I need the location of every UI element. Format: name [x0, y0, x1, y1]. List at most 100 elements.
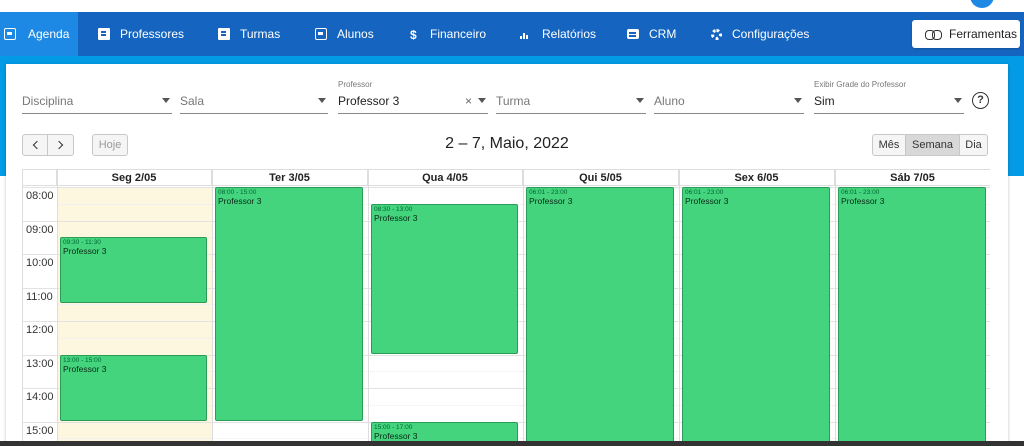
nav-item-financeiro[interactable]: $ Financeiro — [410, 12, 486, 56]
time-label: 14:00 — [26, 391, 54, 403]
event-block[interactable]: 08:30 - 13:00 Professor 3 — [371, 203, 518, 354]
event-time: 13:00 - 15:00 — [63, 356, 102, 364]
professor-label: Professor — [338, 80, 373, 89]
nav-item-professores[interactable]: Professores — [98, 12, 184, 56]
tools-button[interactable]: Ferramentas — [912, 20, 1020, 48]
event-block[interactable]: 06:01 - 23:00 Professor 3 — [682, 187, 830, 446]
link-icon — [925, 30, 942, 40]
dropdown-arrow-icon — [162, 98, 170, 103]
turma-placeholder: Turma — [496, 94, 531, 108]
aluno-placeholder: Aluno — [654, 94, 685, 108]
dropdown-arrow-icon — [318, 98, 326, 103]
dropdown-arrow-icon — [478, 98, 486, 103]
event-title: Professor 3 — [218, 196, 262, 206]
grade-value: Sim — [814, 94, 835, 108]
professor-select[interactable]: Professor Professor 3 × — [338, 80, 488, 114]
event-title: Professor 3 — [63, 363, 107, 374]
nav-item-relatorios[interactable]: Relatórios — [520, 12, 596, 56]
nav-item-label: Configurações — [732, 27, 810, 41]
time-label: 13:00 — [26, 357, 54, 370]
disciplina-select[interactable]: Disciplina — [22, 80, 172, 114]
help-icon[interactable]: ? — [972, 92, 989, 109]
event-time: 06:01 - 23:00 — [529, 189, 568, 196]
view-month-button[interactable]: Mês — [872, 134, 906, 156]
nav-item-label: Relatórios — [542, 27, 597, 41]
turma-select[interactable]: Turma — [496, 80, 646, 114]
dropdown-arrow-icon — [954, 98, 962, 103]
nav-item-configuracoes[interactable]: Configurações — [711, 12, 809, 56]
chat-icon — [627, 29, 639, 39]
view-week-button[interactable]: Semana — [906, 134, 960, 156]
book-icon — [218, 28, 230, 40]
day-column-divider — [368, 170, 369, 446]
dropdown-arrow-icon — [636, 98, 644, 103]
sala-select[interactable]: Sala — [180, 80, 328, 114]
day-header[interactable]: Ter 3/05 — [212, 170, 368, 186]
day-column-divider — [679, 170, 680, 446]
event-block[interactable]: 13:00 - 15:00 Professor 3 — [60, 354, 207, 421]
bar-chart-icon — [520, 28, 532, 40]
date-range-title: 2 – 7, Maio, 2022 — [445, 135, 569, 152]
nav-item-label: Turmas — [240, 27, 281, 41]
day-column-divider — [212, 170, 213, 446]
nav-item-label: CRM — [649, 27, 677, 41]
schedule-card: Disciplina Sala Professor Professor 3 × … — [6, 64, 1008, 446]
day-header[interactable]: Qui 5/05 — [523, 170, 679, 186]
nav-item-alunos[interactable]: Alunos — [315, 12, 374, 56]
event-block[interactable]: 06:01 - 23:00 Professor 3 — [526, 187, 674, 446]
event-title: Professor 3 — [685, 196, 729, 206]
nav-item-crm[interactable]: CRM — [627, 12, 676, 56]
time-label: 15:00 — [26, 424, 54, 437]
event-time: 06:01 - 23:00 — [841, 189, 880, 196]
disciplina-placeholder: Disciplina — [22, 94, 74, 108]
view-switcher: Mês Semana Dia — [872, 134, 988, 156]
event-title: Professor 3 — [63, 246, 107, 257]
id-card-icon — [315, 28, 327, 40]
event-block[interactable]: 08:00 - 15:00 Professor 3 — [215, 187, 363, 421]
professor-value: Professor 3 — [338, 94, 400, 108]
gear-icon — [711, 28, 722, 40]
event-time: 08:30 - 13:00 — [374, 205, 413, 213]
grade-select[interactable]: Exibir Grade do Professor Sim — [814, 80, 964, 114]
calendar-icon — [4, 28, 16, 40]
event-title: Professor 3 — [374, 430, 418, 441]
dollar-icon: $ — [410, 28, 417, 42]
main-navbar: Agenda Professores Turmas Alunos $ Finan… — [0, 12, 1024, 56]
time-label: 10:00 — [26, 257, 54, 269]
day-column-divider — [57, 170, 58, 446]
event-time: 06:01 - 23:00 — [685, 189, 724, 196]
event-time: 08:00 - 15:00 — [218, 189, 257, 196]
week-calendar: 08:00 09:00 10:00 11:00 12:00 13:00 14:00 15:00… — [22, 169, 990, 446]
time-gutter-header — [23, 170, 57, 186]
nav-item-label: Professores — [120, 27, 185, 41]
day-header[interactable]: Sáb 7/05 — [835, 170, 990, 186]
time-label: 08:00 — [26, 190, 54, 202]
time-label: 12:00 — [26, 324, 54, 336]
day-header[interactable]: Sex 6/05 — [679, 170, 835, 186]
tools-button-label: Ferramentas — [949, 27, 1018, 41]
event-time: 15:00 - 17:00 — [374, 423, 413, 431]
event-block[interactable]: 09:30 - 11:30 Professor 3 — [60, 237, 207, 304]
event-title: Professor 3 — [529, 196, 573, 206]
nav-item-turmas[interactable]: Turmas — [218, 12, 280, 56]
badge-icon — [98, 28, 110, 40]
view-day-button[interactable]: Dia — [960, 134, 988, 156]
nav-item-label: Alunos — [337, 27, 374, 41]
nav-item-label: Agenda — [28, 27, 70, 41]
day-column-divider — [835, 170, 836, 446]
day-header[interactable]: Qua 4/05 — [368, 170, 523, 186]
event-title: Professor 3 — [841, 196, 885, 206]
day-header[interactable]: Seg 2/05 — [57, 170, 212, 186]
event-block[interactable]: 06:01 - 23:00 Professor 3 — [838, 187, 986, 446]
top-strip — [0, 0, 1024, 12]
bottom-edge — [0, 441, 1024, 446]
nav-item-agenda[interactable]: Agenda — [0, 12, 78, 56]
aluno-select[interactable]: Aluno — [654, 80, 804, 114]
nav-item-label: Financeiro — [430, 27, 487, 41]
sala-placeholder: Sala — [180, 94, 205, 108]
grade-label: Exibir Grade do Professor — [814, 80, 907, 89]
avatar[interactable] — [970, 0, 994, 8]
clear-icon[interactable]: × — [465, 94, 472, 108]
event-time: 09:30 - 11:30 — [63, 239, 101, 247]
event-title: Professor 3 — [374, 212, 418, 223]
